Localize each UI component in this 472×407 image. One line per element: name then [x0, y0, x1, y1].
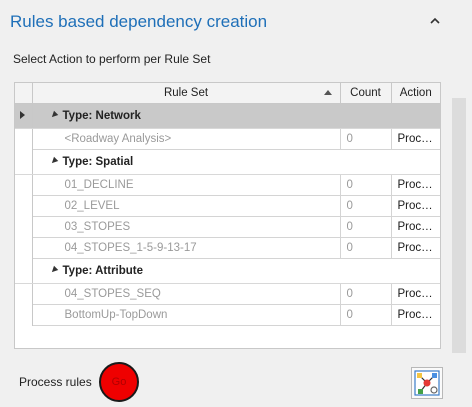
- rule-set-count: 0: [340, 216, 392, 238]
- rule-set-action[interactable]: Process: [391, 195, 440, 217]
- table-row[interactable]: 04_STOPES_1-5-9-13-17 0 Process: [15, 237, 440, 259]
- row-selector[interactable]: [15, 103, 33, 129]
- row-selector[interactable]: [15, 149, 33, 175]
- collapse-button[interactable]: [426, 12, 444, 30]
- rule-set-count: 0: [340, 283, 392, 305]
- rule-set-action[interactable]: Process: [391, 304, 440, 326]
- current-row-icon: [20, 110, 25, 119]
- rule-set-action[interactable]: Process: [391, 128, 440, 150]
- column-header-action[interactable]: Action: [391, 83, 440, 104]
- sort-ascending-icon: [323, 90, 332, 95]
- panel-scrollbar[interactable]: [452, 98, 466, 353]
- column-header-count[interactable]: Count: [340, 83, 392, 104]
- rule-set-action[interactable]: Process: [391, 237, 440, 259]
- group-header[interactable]: Type: Attribute: [32, 258, 440, 284]
- dependency-tool-icon: [414, 370, 440, 396]
- rule-set-name: 01_DECLINE: [32, 174, 341, 196]
- rule-set-name: 02_LEVEL: [32, 195, 341, 217]
- grid-header-row: Rule Set Count Action: [15, 83, 440, 104]
- column-header-rule-set-label: Rule Set: [163, 86, 209, 99]
- group-label: Type: Spatial: [62, 155, 134, 168]
- expand-triangle-icon: [49, 265, 58, 274]
- group-header[interactable]: Type: Spatial: [32, 149, 440, 175]
- rule-set-action[interactable]: Process: [391, 283, 440, 305]
- rule-set-action[interactable]: Process: [391, 216, 440, 238]
- rule-set-count: 0: [340, 195, 392, 217]
- table-row[interactable]: BottomUp-TopDown 0 Process: [15, 304, 440, 326]
- panel-header: Rules based dependency creation: [0, 0, 472, 44]
- rule-set-name: 04_STOPES_1-5-9-13-17: [32, 237, 341, 259]
- group-header[interactable]: Type: Network: [32, 103, 440, 129]
- dependency-tool-button[interactable]: [411, 367, 443, 399]
- row-selector-header: [15, 83, 33, 104]
- rule-set-count: 0: [340, 174, 392, 196]
- group-label: Type: Network: [62, 109, 141, 122]
- table-row[interactable]: 02_LEVEL 0 Process: [15, 195, 440, 217]
- panel-title: Rules based dependency creation: [10, 12, 268, 31]
- go-button[interactable]: Go: [99, 362, 139, 402]
- expand-triangle-icon: [49, 156, 58, 165]
- rule-set-name: 03_STOPES: [32, 216, 341, 238]
- rule-set-count: 0: [340, 237, 392, 259]
- group-row-network[interactable]: Type: Network: [15, 103, 440, 129]
- panel-subtitle: Select Action to perform per Rule Set: [13, 52, 211, 66]
- process-rules-label: Process rules: [19, 375, 92, 389]
- column-header-rule-set[interactable]: Rule Set: [32, 83, 341, 104]
- chevron-up-icon: [430, 17, 440, 24]
- table-row[interactable]: 04_STOPES_SEQ 0 Process: [15, 283, 440, 305]
- table-row[interactable]: 03_STOPES 0 Process: [15, 216, 440, 238]
- rule-set-grid: Rule Set Count Action Type: Network <Roa…: [14, 82, 441, 349]
- group-row-spatial[interactable]: Type: Spatial: [15, 149, 440, 175]
- group-row-attribute[interactable]: Type: Attribute: [15, 258, 440, 284]
- table-row[interactable]: <Roadway Analysis> 0 Process: [15, 128, 440, 150]
- group-label: Type: Attribute: [62, 264, 144, 277]
- row-selector[interactable]: [15, 258, 33, 284]
- rule-set-count: 0: [340, 304, 392, 326]
- expand-triangle-icon: [49, 110, 58, 119]
- rule-set-name: <Roadway Analysis>: [32, 128, 341, 150]
- rule-set-action[interactable]: Process: [391, 174, 440, 196]
- table-row[interactable]: 01_DECLINE 0 Process: [15, 174, 440, 196]
- rule-set-name: BottomUp-TopDown: [32, 304, 341, 326]
- rule-set-count: 0: [340, 128, 392, 150]
- rule-set-name: 04_STOPES_SEQ: [32, 283, 341, 305]
